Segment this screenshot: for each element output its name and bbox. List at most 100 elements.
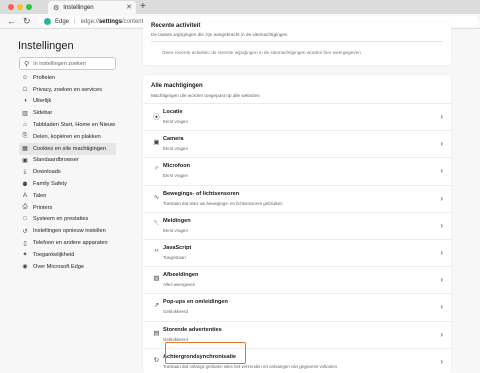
- popups-highlight-box: [165, 342, 246, 364]
- sidebar-item-sidebar[interactable]: ▥ Sidebar: [19, 107, 116, 119]
- sync-icon: ↻: [153, 356, 160, 364]
- new-tab-icon[interactable]: +: [140, 1, 146, 13]
- permission-state: Geblokkeerd: [163, 336, 188, 342]
- sidebar-item-label: Printers: [33, 204, 53, 211]
- chevron-right-icon[interactable]: ›: [440, 357, 443, 366]
- permission-row-javascript[interactable]: ‹› JavaScript Toegestaan ›: [143, 238, 451, 266]
- sidebar-item-share[interactable]: ⎘ Delen, kopiëren en plakken: [19, 131, 116, 143]
- camera-icon: ▣: [153, 139, 160, 147]
- permission-row-microphone[interactable]: ♂ Microfoon Eerst vragen ›: [143, 157, 451, 184]
- sidebar-item-system[interactable]: □ Systeem en prestaties: [19, 214, 116, 226]
- recent-activity-subtitle: De laatste wijzigingen die zijn aangebra…: [151, 32, 288, 37]
- address-brand: Edge: [55, 18, 70, 25]
- phone-icon: ▯: [23, 240, 27, 247]
- permission-row-location[interactable]: ⦿ Locatie Eerst vragen ›: [143, 103, 451, 130]
- sidebar-item-label: Sidebar: [33, 110, 53, 117]
- chevron-right-icon[interactable]: ›: [440, 112, 443, 121]
- permission-row-popup[interactable]: ↗ Pop-ups en omleidingen Geblokkeerd ›: [143, 293, 451, 320]
- sidebar-item-appearance[interactable]: ◑ Uiterlijk: [19, 96, 116, 108]
- permission-state: Eerst vragen: [163, 119, 188, 124]
- tab-settings[interactable]: ⚙ Instellingen ✕: [48, 1, 136, 14]
- permission-state: Eerst vragen: [163, 173, 188, 179]
- sidebar-item-phone[interactable]: ▯ Telefoon en andere apparaten: [19, 237, 116, 249]
- system-icon: □: [23, 216, 27, 223]
- tab-title: Instellingen: [63, 4, 94, 11]
- sidebar-item-language[interactable]: A Talen: [19, 190, 116, 202]
- chevron-right-icon[interactable]: ›: [440, 221, 443, 230]
- sidebar-item-profile[interactable]: ☺ Profielen: [19, 72, 116, 84]
- sidebar-item-home[interactable]: ⌂ Tabbladen Start, Home en Nieuw: [19, 119, 116, 131]
- permission-name: Meldingen: [163, 217, 191, 224]
- permission-state: Eerst vragen: [163, 146, 188, 152]
- chevron-right-icon[interactable]: ›: [440, 194, 443, 203]
- sidebar-item-label: Delen, kopiëren en plakken: [33, 133, 101, 140]
- sidebar-item-reset[interactable]: ↺ Instellingen opnieuw instellen: [19, 225, 116, 237]
- settings-search[interactable]: ⚲: [19, 57, 116, 70]
- permission-name: Microfoon: [163, 163, 191, 170]
- tab-bar: ⚙ Instellingen ✕ +: [0, 0, 480, 14]
- location-icon: ⦿: [153, 114, 160, 121]
- permission-name: Pop-ups en omleidingen: [163, 299, 228, 306]
- close-tab-icon[interactable]: ✕: [126, 3, 132, 11]
- sidebar-item-label: Systeem en prestaties: [33, 216, 89, 223]
- chevron-right-icon[interactable]: ›: [440, 330, 443, 339]
- minimize-window-button[interactable]: [17, 4, 23, 10]
- sidebar-item-accessibility[interactable]: ✦ Toegankelijkheid: [19, 249, 116, 261]
- sidebar-item-label: Talen: [33, 192, 47, 199]
- sidebar-item-printer[interactable]: ⎙ Printers: [19, 202, 116, 214]
- chevron-right-icon[interactable]: ›: [440, 302, 443, 311]
- language-icon: A: [22, 192, 27, 199]
- permission-state: Alles weergeven: [163, 282, 196, 288]
- sidebar-item-label: Toegankelijkheid: [33, 251, 75, 258]
- search-input[interactable]: [33, 60, 114, 67]
- permission-name: Afbeeldingen: [163, 272, 199, 279]
- permission-list: ⦿ Locatie Eerst vragen › ▣ Camera Eerst vragen…: [143, 103, 451, 373]
- sidebar-item-label: Over Microsoft Edge: [33, 263, 84, 270]
- edge-logo-icon: [44, 18, 51, 25]
- permission-name: Locatie: [163, 109, 183, 115]
- sidebar-item-edge-logo[interactable]: ◉ Over Microsoft Edge: [19, 261, 116, 273]
- recent-activity-card: Recente activiteit De laatste wijziginge…: [143, 22, 451, 65]
- chevron-right-icon[interactable]: ›: [440, 166, 443, 175]
- sidebar-item-label: Standaardbrowser: [33, 157, 79, 164]
- close-window-button[interactable]: [8, 4, 14, 10]
- download-icon: ⤓: [23, 168, 27, 175]
- sidebar-item-label: Uiterlijk: [33, 98, 52, 105]
- sidebar-item-lock[interactable]: ☖ Privacy, zoeken en services: [19, 84, 116, 96]
- sidebar-item-download[interactable]: ⤓ Downloads: [19, 166, 116, 178]
- appearance-icon: ◑: [23, 98, 27, 105]
- permission-row-image[interactable]: ▨ Afbeeldingen Alles weergeven ›: [143, 266, 451, 293]
- maximize-window-button[interactable]: [26, 4, 32, 10]
- reload-icon[interactable]: ↻: [23, 15, 31, 28]
- address-path-strong: settings: [98, 18, 122, 25]
- all-permissions-subtitle: Machtigingen die worden toegepast op all…: [151, 93, 260, 98]
- bell-icon: ␇: [153, 219, 160, 227]
- sidebar-item-label: Telefoon en andere apparaten: [33, 240, 108, 247]
- ads-icon: ▤: [153, 329, 160, 337]
- chevron-right-icon[interactable]: ›: [440, 248, 443, 257]
- permission-row-sensor[interactable]: ∿ Bewegings- of lichtsensoren Toestaan dat…: [143, 184, 451, 212]
- reset-icon: ↺: [22, 228, 28, 235]
- permission-name: Camera: [163, 136, 184, 143]
- back-arrow-icon[interactable]: ←: [7, 15, 16, 28]
- permission-row-camera[interactable]: ▣ Camera Eerst vragen ›: [143, 130, 451, 157]
- chevron-right-icon[interactable]: ›: [440, 275, 443, 284]
- sidebar-item-label: Instellingen opnieuw instellen: [33, 228, 106, 235]
- all-permissions-card: Alle machtigingen Machtigingen die worde…: [143, 75, 451, 373]
- sidebar-item-cookie[interactable]: ▦ Cookies en site machtigingen: [19, 142, 116, 155]
- browser-icon: ▣: [22, 157, 28, 164]
- chevron-right-icon[interactable]: ›: [440, 139, 443, 148]
- edge-logo-icon: ◉: [22, 264, 28, 271]
- recent-activity-title: Recente activiteit: [151, 23, 201, 29]
- permission-row-bell[interactable]: ␇ Meldingen Eerst vragen ›: [143, 211, 451, 239]
- sidebar-item-family[interactable]: ⚉ Family Safety: [19, 178, 116, 190]
- sidebar-item-browser[interactable]: ▣ Standaardbrowser: [19, 155, 116, 167]
- cookie-icon: ▦: [22, 146, 28, 153]
- permission-name: JavaScript: [163, 244, 192, 251]
- lock-icon: ☖: [22, 87, 28, 94]
- all-permissions-title: Alle machtigingen: [151, 83, 203, 89]
- javascript-icon: ‹›: [154, 246, 159, 254]
- address-path-rest: /content: [121, 18, 144, 25]
- share-icon: ⎘: [22, 133, 28, 140]
- sidebar-item-label: Privacy, zoeken en services: [33, 86, 102, 93]
